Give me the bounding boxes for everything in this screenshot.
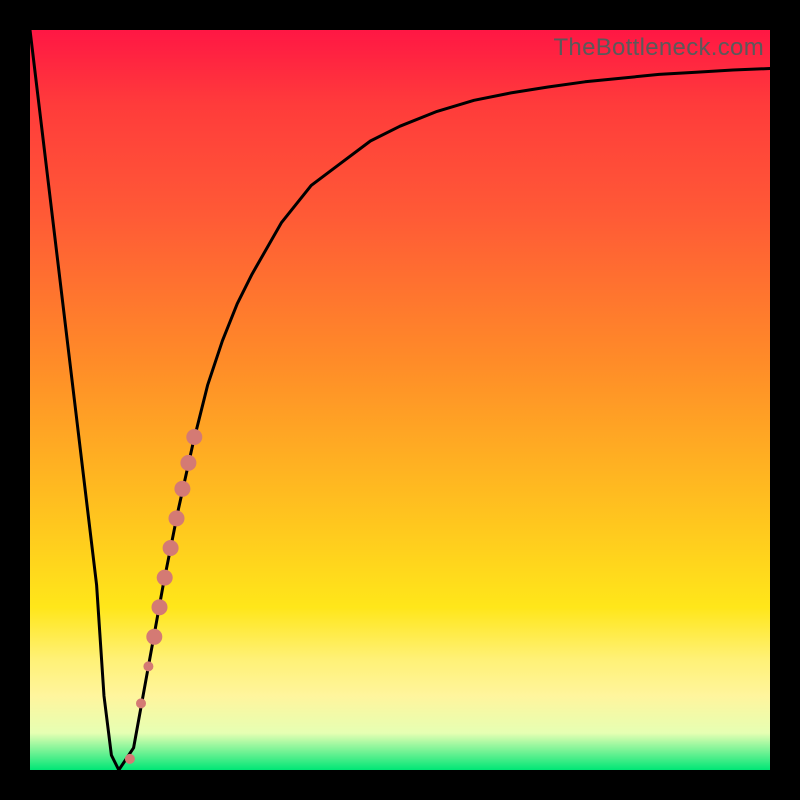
- highlight-dot: [163, 540, 179, 556]
- highlight-dot: [143, 661, 153, 671]
- highlight-dot: [180, 455, 196, 471]
- highlight-dot: [146, 629, 162, 645]
- highlight-dot: [174, 481, 190, 497]
- chart-frame: TheBottleneck.com: [0, 0, 800, 800]
- highlight-dot: [125, 754, 135, 764]
- highlight-marker-group: [125, 429, 202, 764]
- plot-area: TheBottleneck.com: [30, 30, 770, 770]
- highlight-dot: [152, 599, 168, 615]
- highlight-dot: [169, 510, 185, 526]
- highlight-dot: [186, 429, 202, 445]
- highlight-dot: [157, 570, 173, 586]
- chart-svg: [30, 30, 770, 770]
- bottleneck-curve-line: [30, 30, 770, 770]
- highlight-dot: [136, 698, 146, 708]
